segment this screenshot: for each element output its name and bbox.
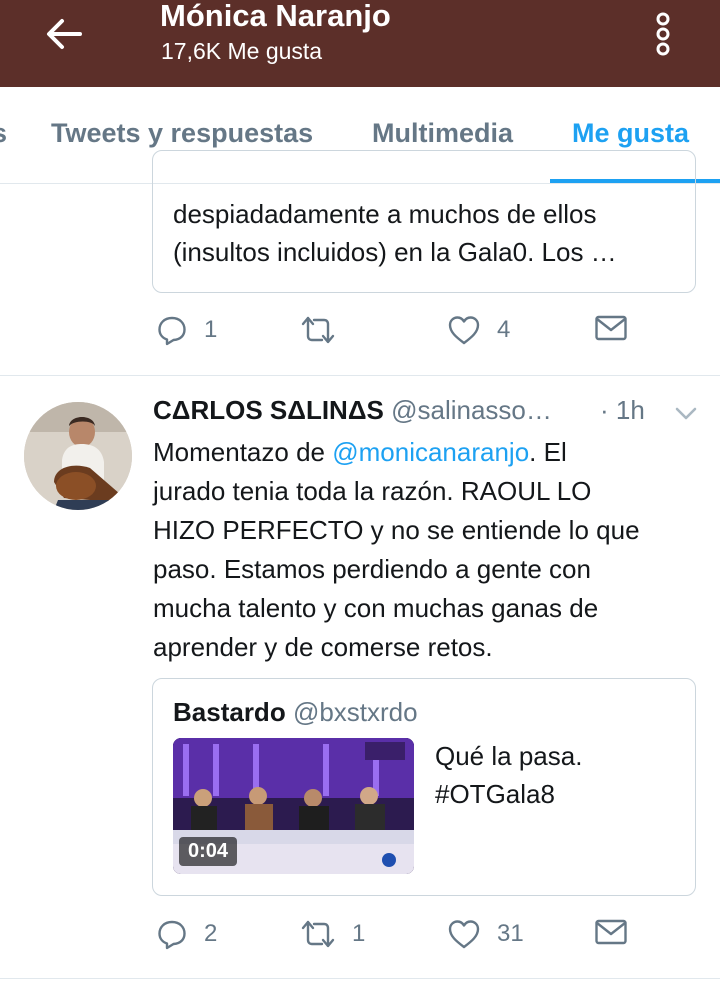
reply-button[interactable]: 1 xyxy=(156,314,217,346)
quoted-hashtag-link[interactable]: #OTGala8 xyxy=(435,779,555,810)
tweet-text-line: HIZO PERFECTO y no se entiende lo que xyxy=(153,515,640,545)
tab-likes[interactable]: Me gusta xyxy=(572,118,689,149)
retweet-button[interactable] xyxy=(300,314,352,346)
avatar-photo xyxy=(24,402,132,510)
tweet-text-line: paso. Estamos perdiendo a gente con xyxy=(153,554,591,584)
tweet-actions: 1 4 xyxy=(0,314,720,354)
profile-title: Mónica Naranjo xyxy=(160,0,391,33)
tweet-text: Momentazo de xyxy=(153,437,333,467)
retweet-count: 1 xyxy=(352,920,366,947)
quoted-tweet-text: Qué la pasa. xyxy=(435,741,583,771)
like-button[interactable]: 31 xyxy=(447,918,524,950)
tab-tweets-replies[interactable]: Tweets y respuestas xyxy=(51,118,313,149)
tab-multimedia[interactable]: Multimedia xyxy=(372,118,513,149)
avatar[interactable] xyxy=(24,402,132,510)
like-icon xyxy=(448,920,480,949)
like-count: 4 xyxy=(497,316,511,343)
quoted-author-handle: @bxstxrdo xyxy=(292,697,418,727)
reply-button[interactable]: 2 xyxy=(156,918,217,950)
quoted-tweet-card[interactable]: Bastardo @bxstxrdo 0:04 Qué la pasa. #OT… xyxy=(152,678,696,896)
retweet-icon xyxy=(301,316,335,344)
tab-partial-offscreen[interactable]: s xyxy=(0,118,7,149)
video-thumbnail[interactable]: 0:04 xyxy=(173,738,414,874)
reply-count: 1 xyxy=(204,316,218,343)
reply-icon xyxy=(158,316,186,346)
quoted-tweet-card[interactable]: despiadadamente a muchos de ellos (insul… xyxy=(152,150,696,293)
author-name[interactable]: CΔRLOS SΔLINΔS xyxy=(153,395,384,425)
share-button[interactable] xyxy=(594,918,628,946)
like-count: 31 xyxy=(497,920,524,947)
quoted-tweet-line: (insultos incluidos) en la Gala0. Los … xyxy=(173,237,617,267)
quoted-author-line: Bastardo @bxstxrdo xyxy=(173,697,418,728)
tweet-timestamp: · 1h xyxy=(600,395,645,425)
overflow-menu-icon[interactable] xyxy=(648,12,678,56)
top-app-bar: Mónica Naranjo 17,6K Me gusta xyxy=(0,0,720,87)
share-button[interactable] xyxy=(594,314,628,342)
tweet-text-line: Momentazo de @monicanaranjo. El xyxy=(153,437,567,468)
author-handle[interactable]: @salinasso… xyxy=(391,395,552,425)
quoted-tweet-line: despiadadamente a muchos de ellos xyxy=(173,199,597,229)
tweet-text-line: jurado tenia toda la razón. RAOUL LO xyxy=(153,476,592,506)
tweet-actions: 2 1 31 xyxy=(0,918,720,958)
retweet-button[interactable]: 1 xyxy=(300,918,365,950)
tweet-text: . El xyxy=(529,437,567,467)
reply-count: 2 xyxy=(204,920,218,947)
reply-icon xyxy=(158,920,186,950)
chevron-down-icon[interactable] xyxy=(674,406,698,422)
tweet-divider xyxy=(0,375,720,376)
tweet-text-line: mucha talento y con muchas ganas de xyxy=(153,593,599,623)
back-arrow-icon[interactable] xyxy=(44,14,84,54)
like-button[interactable]: 4 xyxy=(447,314,510,346)
tweet-text-line: aprender y de comerse retos. xyxy=(153,632,493,662)
like-icon xyxy=(448,316,480,345)
quoted-author-name: Bastardo xyxy=(173,697,286,727)
tweet-divider xyxy=(0,978,720,979)
retweet-icon xyxy=(301,920,335,948)
mention-link[interactable]: @monicanaranjo xyxy=(332,437,529,467)
share-mail-icon xyxy=(595,315,627,341)
likes-count-subtitle: 17,6K Me gusta xyxy=(161,38,323,64)
tweet-author-line[interactable]: CΔRLOS SΔLINΔS @salinasso… xyxy=(153,395,552,426)
share-mail-icon xyxy=(595,919,627,945)
video-duration: 0:04 xyxy=(179,837,238,866)
